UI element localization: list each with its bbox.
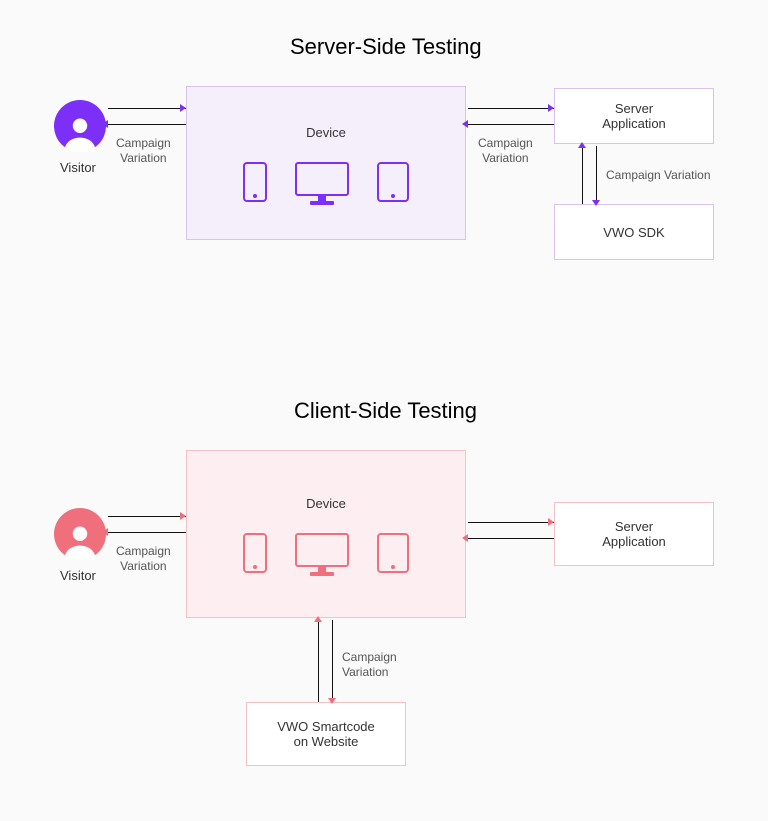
phone-icon (243, 533, 267, 577)
tablet-icon (377, 533, 409, 577)
arrow-line (108, 108, 186, 109)
vwo-sdk-box: VWO SDK (554, 204, 714, 260)
arrowhead-icon (462, 534, 468, 542)
arrowhead-icon (462, 120, 468, 128)
user-icon (59, 518, 101, 560)
arrowhead-icon (592, 200, 600, 206)
diagram-canvas: Server-Side Testing Visitor Device Serve… (0, 0, 768, 821)
device-box-client: Device (186, 450, 466, 618)
arrow-line (318, 620, 319, 702)
phone-icon (243, 162, 267, 206)
arrowhead-icon (328, 698, 336, 704)
conn-label-dc-client: Campaign Variation (342, 650, 397, 680)
arrow-line (468, 108, 554, 109)
tablet-icon (377, 162, 409, 206)
vwo-smartcode-box: VWO Smartcode on Website (246, 702, 406, 766)
arrow-line (108, 532, 186, 533)
client-heading: Client-Side Testing (294, 398, 477, 424)
device-box-server: Device (186, 86, 466, 240)
visitor-avatar-server (54, 100, 106, 152)
arrowhead-icon (578, 142, 586, 148)
device-icons-server (243, 162, 409, 206)
desktop-icon (295, 533, 349, 577)
arrowhead-icon (548, 518, 554, 526)
arrowhead-icon (102, 528, 108, 536)
device-label-client: Device (306, 496, 346, 511)
desktop-icon (295, 162, 349, 206)
arrow-line (468, 124, 554, 125)
arrow-line (582, 146, 583, 204)
conn-label-ds-server: Campaign Variation (478, 136, 533, 166)
arrow-line (108, 124, 186, 125)
arrow-line (108, 516, 186, 517)
arrowhead-icon (548, 104, 554, 112)
visitor-avatar-client (54, 508, 106, 560)
arrowhead-icon (180, 512, 186, 520)
arrow-line (468, 538, 554, 539)
conn-label-vd-client: Campaign Variation (116, 544, 171, 574)
arrow-line (332, 620, 333, 702)
conn-label-sk-server: Campaign Variation (606, 168, 711, 183)
arrowhead-icon (314, 616, 322, 622)
device-icons-client (243, 533, 409, 577)
arrowhead-icon (102, 120, 108, 128)
server-app-box: Server Application (554, 88, 714, 144)
device-label-server: Device (306, 125, 346, 140)
conn-label-vd-server: Campaign Variation (116, 136, 171, 166)
arrow-line (596, 146, 597, 204)
arrow-line (468, 522, 554, 523)
server-heading: Server-Side Testing (290, 34, 482, 60)
arrowhead-icon (180, 104, 186, 112)
visitor-label-client: Visitor (60, 568, 96, 583)
visitor-label-server: Visitor (60, 160, 96, 175)
user-icon (59, 110, 101, 152)
server-app-box-client: Server Application (554, 502, 714, 566)
